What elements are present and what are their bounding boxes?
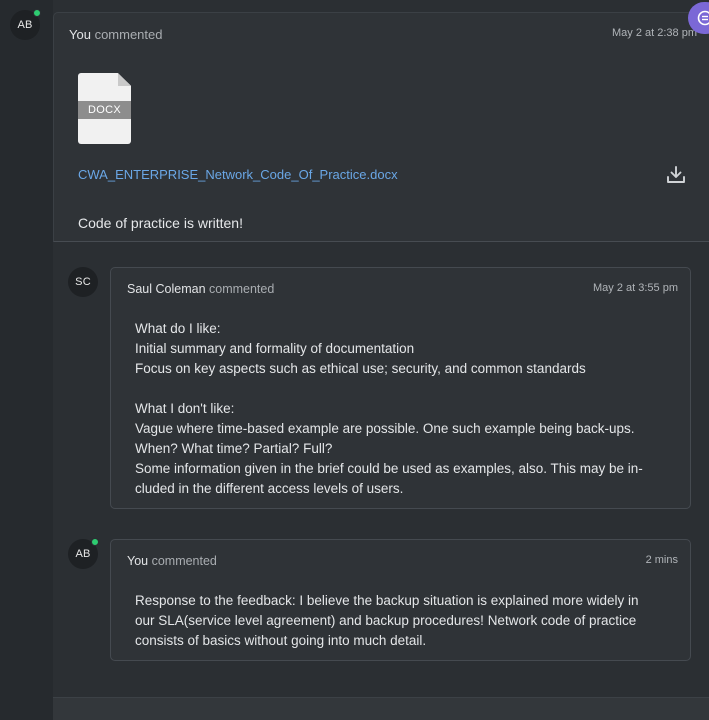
comment-text: Code of practice is written! — [78, 215, 243, 231]
reply-header: You commented — [127, 554, 217, 568]
reply-timestamp: 2 mins — [645, 554, 678, 566]
reply-header: Saul Coleman commented — [127, 282, 274, 296]
avatar-initials: SC — [75, 276, 91, 288]
comment-author[interactable]: You — [69, 27, 91, 42]
reply-verb: commented — [151, 554, 217, 568]
chat-icon — [697, 10, 709, 26]
file-corner-fold — [118, 73, 131, 86]
download-icon[interactable] — [665, 164, 687, 186]
avatar[interactable]: AB — [68, 538, 99, 569]
avatar-initials: AB — [75, 548, 91, 560]
reply-verb: commented — [209, 282, 275, 296]
comment-header: You commented — [69, 27, 162, 42]
attachment-link[interactable]: CWA_ENTERPRISE_Network_Code_Of_Practice.… — [78, 167, 398, 182]
comment-verb: commented — [94, 27, 163, 42]
reply-timestamp: May 2 at 3:55 pm — [593, 282, 678, 294]
comment-input-bar[interactable] — [53, 697, 709, 720]
reply-card: Saul Coleman commented May 2 at 3:55 pm … — [110, 267, 691, 509]
reply-author[interactable]: You — [127, 554, 148, 568]
online-status-dot — [33, 9, 41, 17]
reply-text: Response to the feedback: I believe the … — [135, 593, 639, 648]
file-type-label: DOCX — [78, 101, 131, 119]
avatar[interactable]: AB — [10, 9, 41, 40]
left-gutter — [0, 0, 53, 720]
avatar[interactable]: SC — [68, 267, 98, 297]
reply-card: You commented 2 mins Response to the fee… — [110, 539, 691, 661]
chat-button[interactable] — [688, 2, 709, 34]
online-status-dot — [91, 538, 99, 546]
comment-timestamp: May 2 at 2:38 pm — [612, 27, 697, 39]
avatar-initials: AB — [17, 19, 33, 31]
main-comment: You commented May 2 at 2:38 pm DOCX CWA_… — [53, 12, 709, 242]
reply-text: What do I like: Initial summary and form… — [135, 321, 643, 496]
replies-section: SC Saul Coleman commented May 2 at 3:55 … — [53, 243, 709, 720]
reply-author[interactable]: Saul Coleman — [127, 282, 206, 296]
